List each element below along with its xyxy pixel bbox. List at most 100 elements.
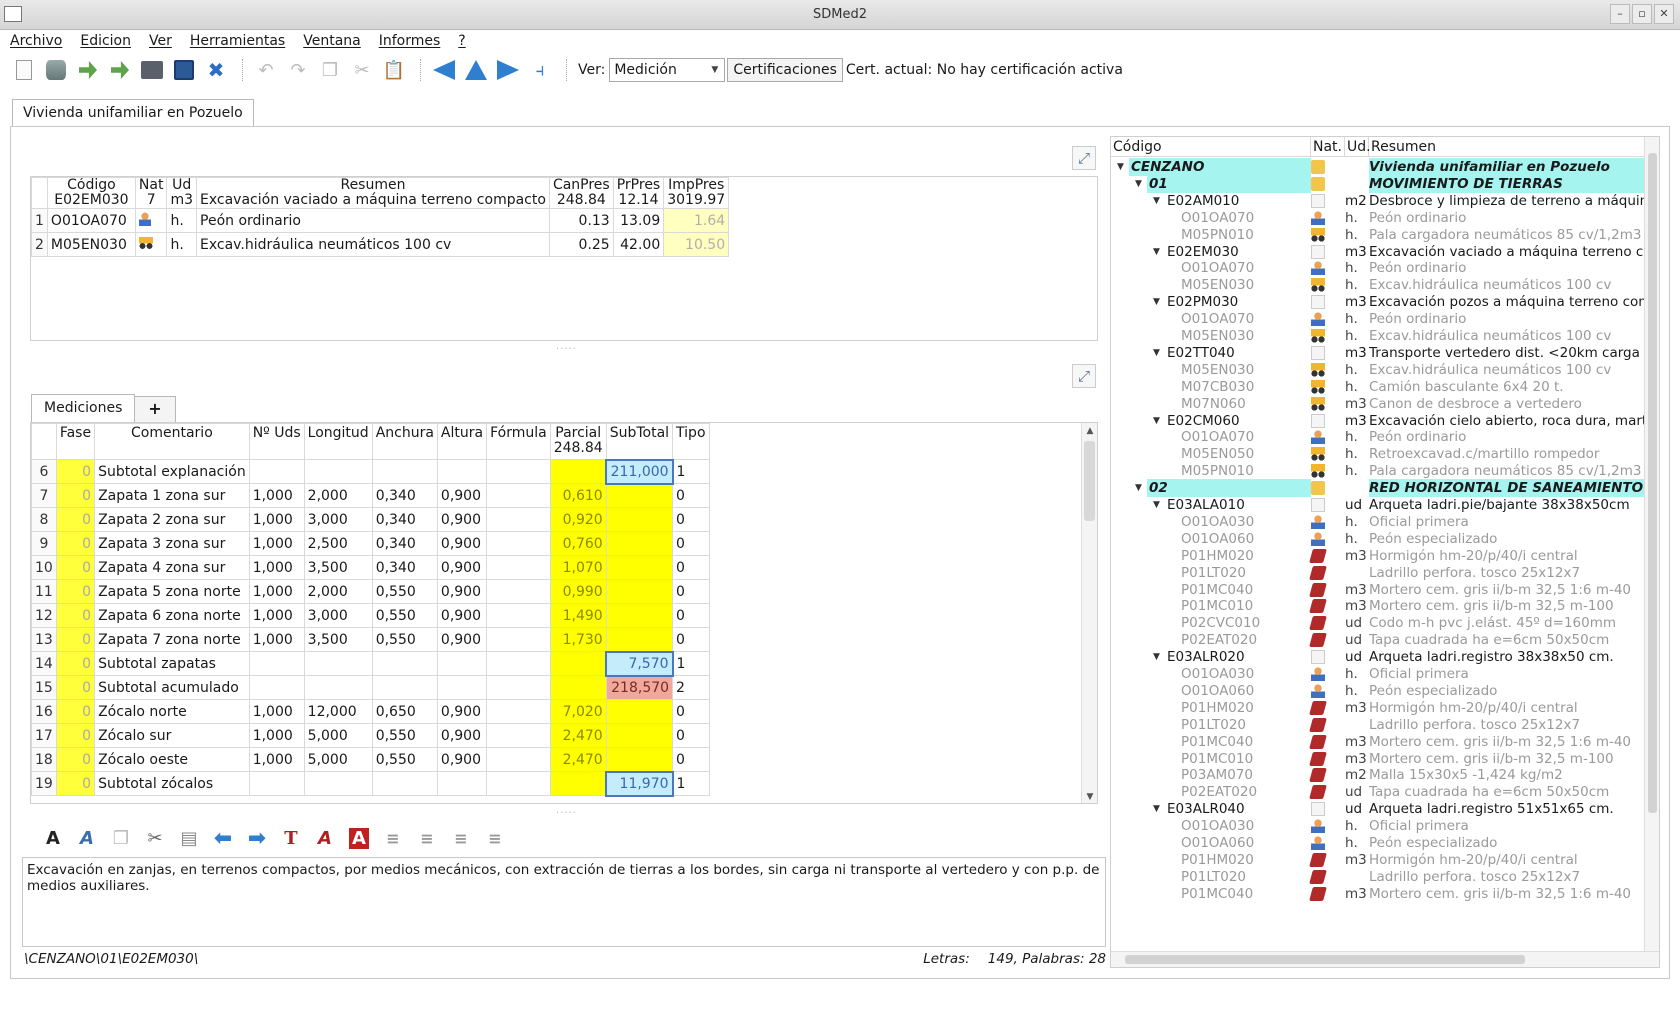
cell-alt[interactable]: 0,900 (436, 483, 488, 508)
tree-row[interactable]: M05EN030 h. Excav.hidráulica neumáticos 10… (1111, 276, 1645, 294)
cell-tipo[interactable]: 1 (672, 651, 710, 676)
text-color-button[interactable]: A (310, 824, 340, 852)
scroll-thumb[interactable] (1084, 441, 1095, 521)
cell-tipo[interactable]: 2 (672, 675, 710, 700)
cell-fase[interactable]: 0 (55, 675, 96, 700)
chevron-down-icon[interactable]: ▼ (1153, 293, 1160, 311)
tree-column-nat[interactable]: Nat. (1311, 137, 1345, 156)
text-forward-button[interactable]: ➡ (242, 824, 272, 852)
cell-uds[interactable] (248, 771, 305, 796)
column-header-codigo[interactable]: Código E02EM030 (46, 177, 136, 209)
cell-anc[interactable]: 0,340 (371, 555, 438, 580)
cell-comentario[interactable]: Zócalo norte (94, 699, 250, 724)
row-index[interactable]: 11 (31, 579, 57, 604)
cell-fase[interactable]: 0 (55, 771, 96, 796)
tree-vertical-scrollbar[interactable] (1644, 137, 1659, 952)
cell-lon[interactable] (303, 675, 373, 700)
save-button[interactable] (170, 56, 198, 84)
cell-fase[interactable]: 0 (55, 459, 96, 484)
cell-nat[interactable] (134, 232, 168, 257)
cell-comentario[interactable]: Zócalo sur (94, 723, 250, 748)
tree-row[interactable]: O01OA070 h. Peón ordinario (1111, 209, 1645, 227)
cell-imppres[interactable]: 1.64 (663, 208, 730, 233)
tree-row[interactable]: P01LT020 Ladrillo perfora. tosco 25x12x7 (1111, 868, 1645, 886)
table-row[interactable]: 17 0 Zócalo sur 1,000 5,000 0,550 0,900 2,470 0 (31, 723, 710, 748)
cell-tipo[interactable]: 0 (672, 483, 710, 508)
splitter-handle[interactable]: ····· (556, 808, 577, 819)
tab-mediciones[interactable]: Mediciones (31, 394, 136, 422)
scroll-down-icon[interactable]: ▼ (1082, 789, 1097, 803)
cell-comentario[interactable]: Zapata 1 zona sur (94, 483, 250, 508)
cell-alt[interactable]: 0,900 (436, 507, 488, 532)
column-header-ud[interactable]: Ud m3 (166, 177, 198, 209)
row-index[interactable]: 6 (31, 459, 57, 484)
cell-comentario[interactable]: Zapata 7 zona norte (94, 627, 250, 652)
cell-anc[interactable] (371, 459, 438, 484)
cell-anc[interactable] (371, 651, 438, 676)
tree-row[interactable]: M05EN050 h. Retroexcavad.c/martillo romped… (1111, 445, 1645, 463)
cell-uds[interactable]: 1,000 (248, 531, 305, 556)
cell-formula[interactable] (486, 651, 551, 676)
copy-button[interactable]: ❐ (316, 56, 344, 84)
text-cut-button[interactable]: ✂ (140, 824, 170, 852)
cell-alt[interactable]: 0,900 (436, 627, 488, 652)
cell-imppres[interactable]: 10.50 (663, 232, 730, 257)
open-database-button[interactable] (42, 56, 70, 84)
cell-uds[interactable]: 1,000 (248, 627, 305, 652)
tree-row[interactable]: P01MC010 m3 Mortero cem. gris ii/b-m 32,5 … (1111, 750, 1645, 768)
chevron-down-icon[interactable]: ▼ (1135, 479, 1142, 497)
chevron-down-icon[interactable]: ▼ (1153, 412, 1160, 430)
tree-row[interactable]: O01OA060 h. Peón especializado (1111, 530, 1645, 548)
cell-lon[interactable]: 2,500 (303, 531, 373, 556)
cell-anc[interactable]: 0,650 (371, 699, 438, 724)
scroll-thumb[interactable] (1125, 955, 1525, 964)
cell-parcial[interactable]: 0,760 (549, 531, 607, 556)
font-italic-button[interactable]: A (72, 824, 102, 852)
cell-fase[interactable]: 0 (55, 507, 96, 532)
cell-uds[interactable]: 1,000 (248, 699, 305, 724)
tree-row[interactable]: M07CB030 h. Camión basculante 6x4 20 t. (1111, 378, 1645, 396)
cell-subtotal[interactable] (605, 603, 674, 628)
row-index[interactable]: 14 (31, 651, 57, 676)
cell-comentario[interactable]: Zapata 4 zona sur (94, 555, 250, 580)
chevron-down-icon[interactable]: ▼ (1153, 243, 1160, 261)
cell-tipo[interactable]: 0 (672, 699, 710, 724)
cell-codigo[interactable]: M05EN030 (46, 232, 136, 257)
chevron-down-icon[interactable]: ▼ (1153, 648, 1160, 666)
tree-row[interactable]: O01OA030 h. Oficial primera (1111, 817, 1645, 835)
table-row[interactable]: 18 0 Zócalo oeste 1,000 5,000 0,550 0,900 2,470… (31, 747, 710, 772)
cell-tipo[interactable]: 0 (672, 747, 710, 772)
cell-alt[interactable]: 0,900 (436, 531, 488, 556)
tree-column-ud[interactable]: Ud. (1345, 137, 1371, 156)
text-back-button[interactable]: ⬅ (208, 824, 238, 852)
chevron-down-icon[interactable]: ▼ (1153, 344, 1160, 362)
align-left-button[interactable]: ≡ (378, 824, 408, 852)
cell-canpres[interactable]: 0.25 (548, 232, 614, 257)
table-row[interactable]: 15 0 Subtotal acumulado 218,570 2 (31, 675, 710, 700)
cell-anc[interactable]: 0,550 (371, 627, 438, 652)
certificaciones-button[interactable]: Certificaciones (727, 58, 843, 82)
table-row[interactable]: 6 0 Subtotal explanación 211,000 1 (31, 458, 710, 485)
tree-column-codigo[interactable]: Código (1111, 137, 1311, 156)
column-header-formula[interactable]: Fórmula (486, 423, 551, 460)
cell-uds[interactable] (248, 459, 305, 484)
table-row[interactable]: 8 0 Zapata 2 zona sur 1,000 3,000 0,340 0,900 0… (31, 507, 710, 532)
cell-comentario[interactable]: Subtotal zapatas (94, 651, 250, 676)
cell-fase[interactable]: 0 (55, 555, 96, 580)
scroll-up-icon[interactable]: ▲ (1082, 423, 1097, 439)
cell-subtotal[interactable] (605, 747, 674, 772)
cell-formula[interactable] (486, 771, 551, 796)
column-header-resumen[interactable]: Resumen Excavación vaciado a máquina terr… (196, 177, 550, 209)
cell-anc[interactable]: 0,340 (371, 531, 438, 556)
cell-comentario[interactable]: Subtotal explanación (94, 459, 250, 484)
add-tab-button[interactable]: + (134, 396, 176, 422)
tree-view-button[interactable]: ⫞ (526, 56, 554, 84)
table-row[interactable]: 1 O01OA070 h. Peón ordinario 0.13 13.09 … (31, 208, 730, 233)
cell-parcial[interactable]: 1,490 (549, 603, 607, 628)
cell-anc[interactable]: 0,550 (371, 579, 438, 604)
cell-tipo[interactable]: 0 (672, 531, 710, 556)
cell-parcial[interactable]: 0,610 (549, 483, 607, 508)
chevron-down-icon[interactable]: ▼ (1135, 175, 1142, 193)
tab-document[interactable]: Vivienda unifamiliar en Pozuelo (12, 99, 254, 126)
cell-fase[interactable]: 0 (55, 579, 96, 604)
